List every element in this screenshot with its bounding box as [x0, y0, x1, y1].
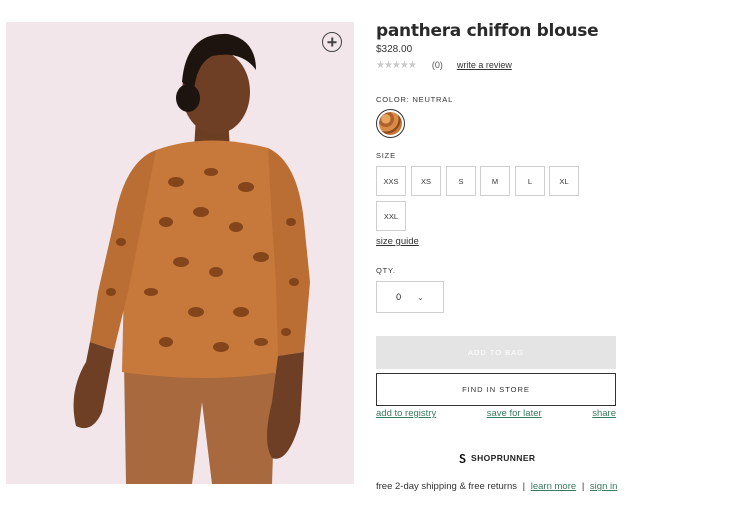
quantity-select[interactable]: 0 ⌄	[376, 281, 444, 313]
quantity-value: 0	[396, 292, 402, 302]
rating-count: (0)	[431, 60, 443, 70]
product-image[interactable]	[6, 22, 354, 484]
size-m-button[interactable]: M	[480, 166, 510, 196]
shoprunner-icon	[459, 453, 466, 463]
add-to-registry-link[interactable]: add to registry	[376, 408, 436, 419]
star-rating-icon: ★★★★★	[376, 59, 417, 71]
size-s-button[interactable]: S	[446, 166, 476, 196]
sign-in-link[interactable]: sign in	[590, 481, 617, 492]
zoom-plus-icon[interactable]	[322, 32, 342, 52]
quantity-label: QTY.	[376, 266, 396, 275]
product-details: panthera chiffon blouse $328.00 ★★★★★ (0…	[376, 20, 617, 492]
color-label: COLOR: NEUTRAL	[376, 95, 454, 104]
find-in-store-button[interactable]: FIND IN STORE	[376, 373, 616, 406]
save-for-later-link[interactable]: save for later	[487, 408, 542, 419]
separator: |	[581, 481, 585, 492]
share-link[interactable]: share	[592, 408, 616, 419]
separator: |	[522, 481, 526, 492]
shipping-info: free 2-day shipping & free returns | lea…	[376, 481, 617, 492]
size-xxs-button[interactable]: XXS	[376, 166, 406, 196]
color-swatch-neutral[interactable]	[376, 109, 405, 138]
size-guide-link[interactable]: size guide	[376, 236, 419, 247]
shoprunner-label: SHOPRUNNER	[471, 453, 536, 463]
size-l-button[interactable]: L	[515, 166, 545, 196]
size-xs-button[interactable]: XS	[411, 166, 441, 196]
model-illustration	[73, 33, 310, 484]
secondary-actions: add to registry save for later share	[376, 408, 616, 419]
write-review-link[interactable]: write a review	[457, 60, 512, 70]
shoprunner-badge: SHOPRUNNER	[458, 453, 535, 463]
size-xxl-button[interactable]: XXL	[376, 201, 406, 231]
learn-more-link[interactable]: learn more	[531, 481, 576, 492]
shipping-text: free 2-day shipping & free returns	[376, 481, 517, 492]
product-title: panthera chiffon blouse	[376, 21, 599, 41]
size-label: SIZE	[376, 151, 396, 160]
add-to-bag-button[interactable]: ADD TO BAG	[376, 336, 616, 369]
chevron-down-icon: ⌄	[417, 292, 424, 302]
size-xl-button[interactable]: XL	[549, 166, 579, 196]
product-price: $328.00	[376, 44, 413, 55]
rating-row: ★★★★★ (0) write a review	[376, 59, 616, 71]
swatch-pattern	[379, 112, 402, 135]
